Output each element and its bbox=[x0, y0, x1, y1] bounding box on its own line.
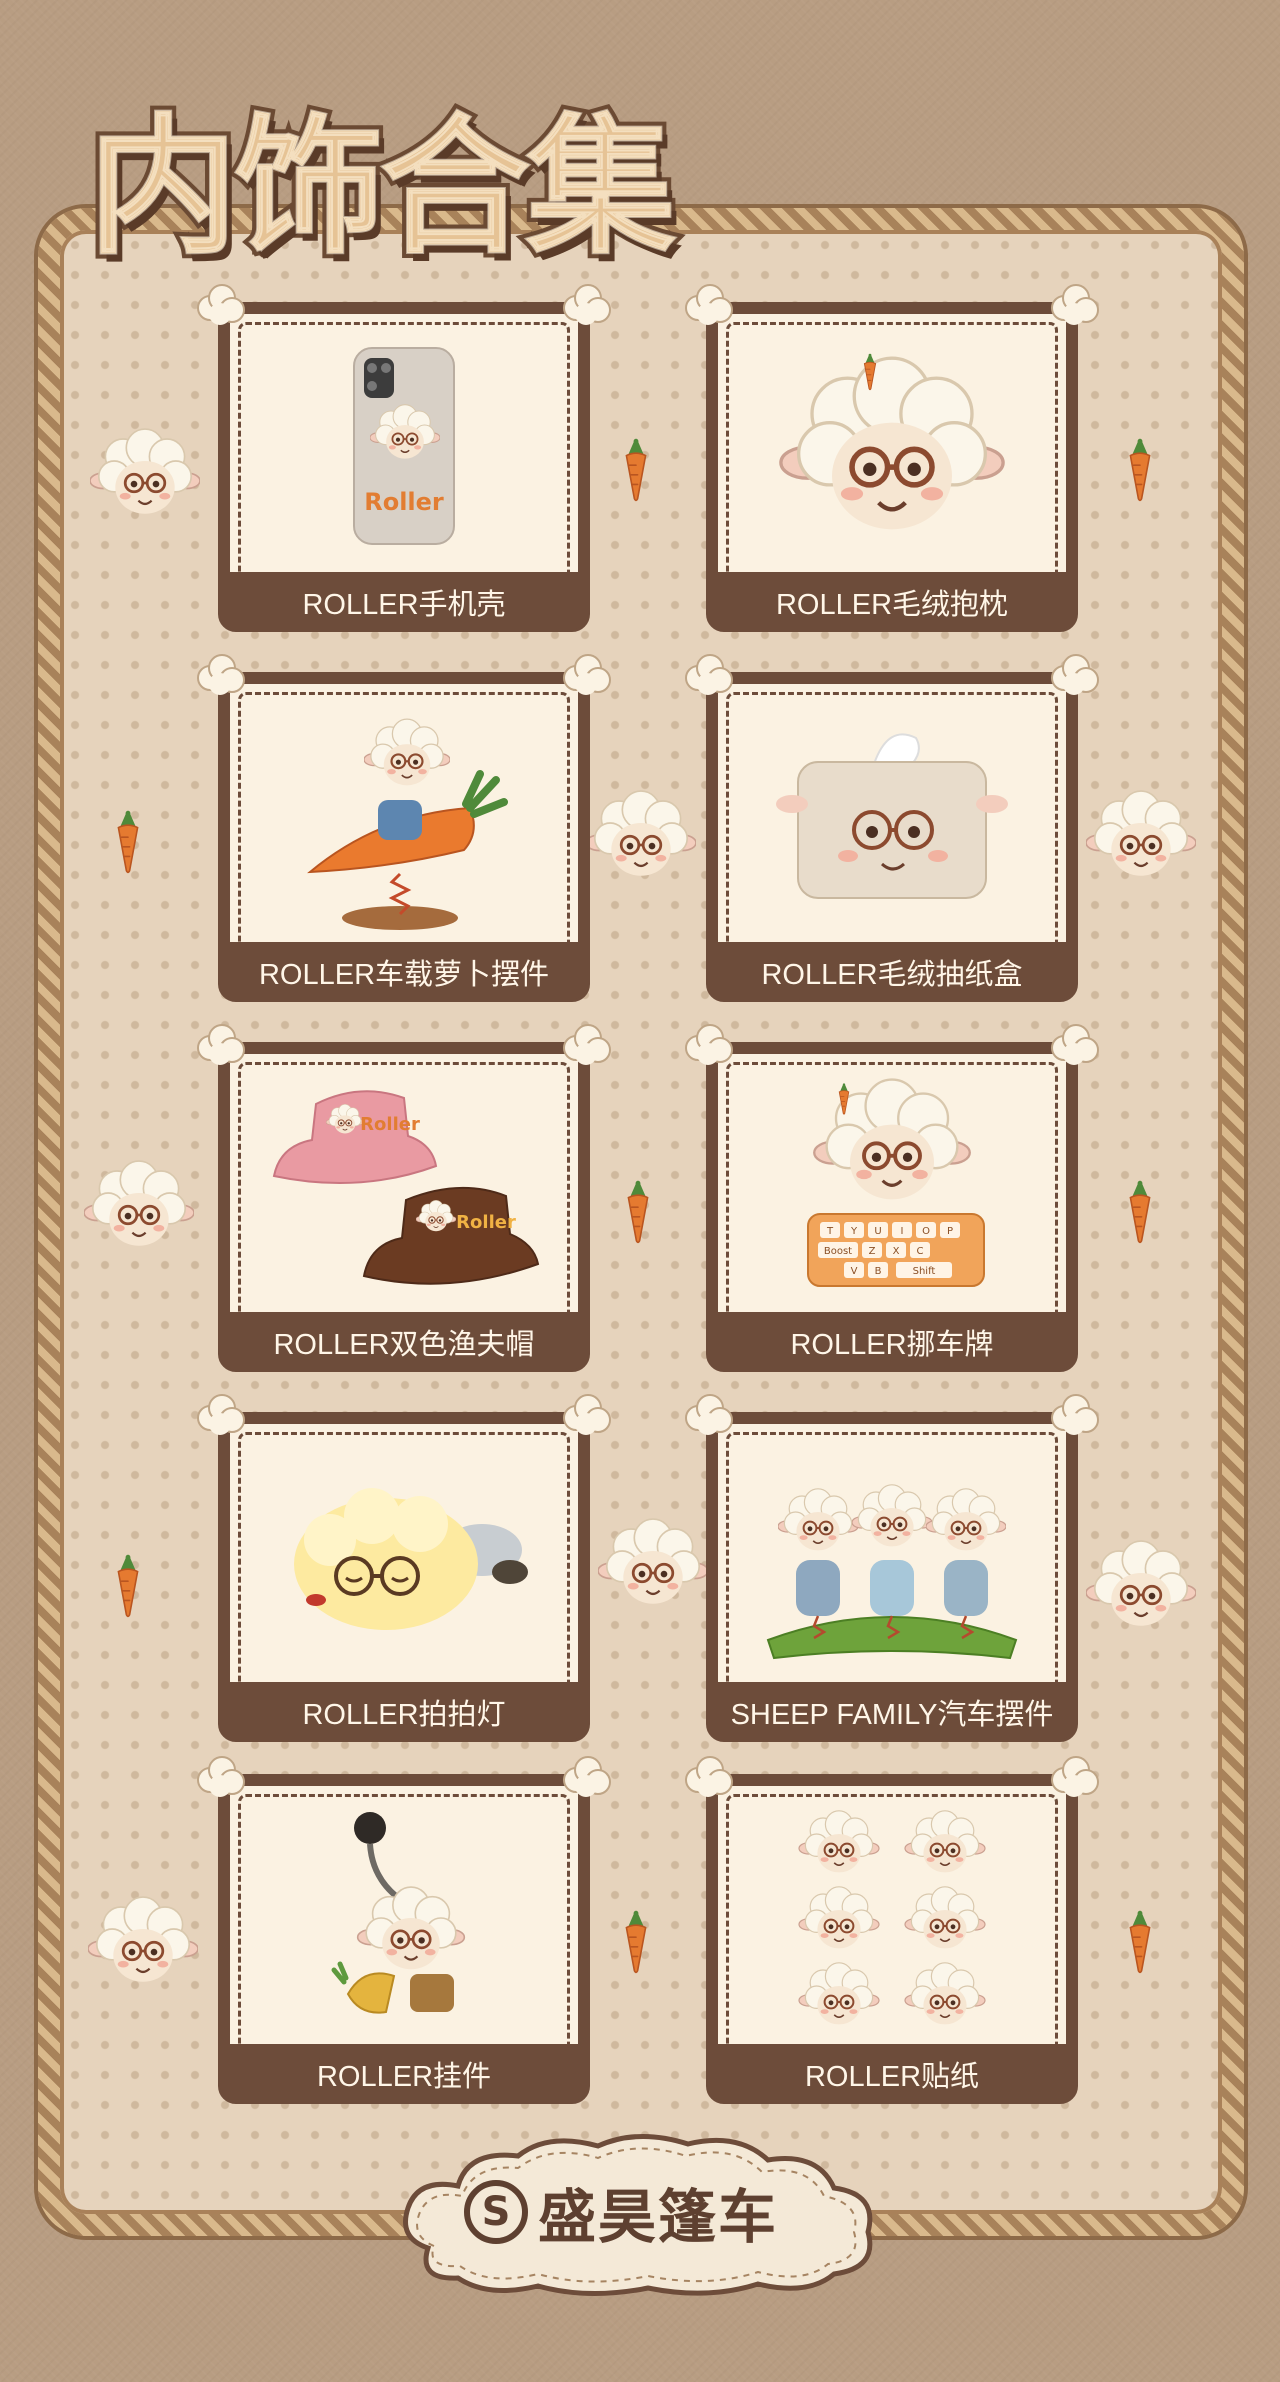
plush-pillow-icon bbox=[748, 353, 1036, 566]
product-label-bar: ROLLER挪车牌 bbox=[706, 1312, 1078, 1372]
key-label: C bbox=[917, 1246, 924, 1257]
key-label: Z bbox=[869, 1246, 876, 1257]
product-card-bucket-hat[interactable]: Roller Roller ROLLER双色渔夫帽 bbox=[218, 1042, 590, 1372]
product-label: ROLLER毛绒抽纸盒 bbox=[761, 959, 1023, 991]
sheep-face-icon bbox=[88, 1896, 198, 1995]
key-label: O bbox=[922, 1226, 930, 1237]
sheep-face-icon bbox=[1086, 790, 1196, 889]
product-label: ROLLER贴纸 bbox=[804, 2061, 980, 2093]
product-label: ROLLER双色渔夫帽 bbox=[273, 1329, 535, 1361]
key-label: V bbox=[851, 1266, 858, 1277]
title-stitching: 内饰合集 bbox=[87, 100, 677, 276]
cloud-corner-icon bbox=[1050, 1394, 1100, 1438]
key-label: X bbox=[893, 1246, 900, 1257]
product-label-bar: SHEEP FAMILY汽车摆件 bbox=[706, 1682, 1078, 1742]
cloud-corner-icon bbox=[684, 284, 734, 328]
carrot-icon bbox=[104, 800, 152, 884]
sheep-face-icon bbox=[90, 428, 200, 527]
product-label: ROLLER挂件 bbox=[316, 2061, 492, 2093]
carrot-icon bbox=[1116, 428, 1164, 512]
product-label: ROLLER拍拍灯 bbox=[302, 1699, 506, 1731]
key-label: Y bbox=[850, 1226, 858, 1237]
sheep-family-ornament-icon bbox=[766, 1484, 1018, 1660]
product-label: ROLLER车载萝卜摆件 bbox=[258, 959, 550, 991]
sheep-face-icon bbox=[598, 1518, 708, 1617]
carrot-icon bbox=[612, 1900, 660, 1984]
product-card-stickers[interactable]: ROLLER贴纸 bbox=[706, 1774, 1078, 2104]
cloud-corner-icon bbox=[684, 1394, 734, 1438]
cloud-corner-icon bbox=[196, 284, 246, 328]
tissue-box-icon bbox=[776, 733, 1008, 899]
key-label: Shift bbox=[913, 1266, 936, 1277]
product-card-carrot-ornament[interactable]: ROLLER车载萝卜摆件 bbox=[218, 672, 590, 1002]
parking-sign-icon: T Y U I O P Boost Z X C V B Shift bbox=[807, 1074, 985, 1287]
product-card-phone-case[interactable]: Roller ROLLER手机壳 bbox=[218, 302, 590, 632]
key-label: P bbox=[947, 1226, 953, 1237]
product-label-bar: ROLLER挂件 bbox=[218, 2044, 590, 2104]
cloud-corner-icon bbox=[562, 654, 612, 698]
cloud-corner-icon bbox=[562, 1756, 612, 1800]
brand-logo: S 盛昊篷车 bbox=[464, 2168, 824, 2256]
cloud-corner-icon bbox=[1050, 284, 1100, 328]
cloud-corner-icon bbox=[684, 1756, 734, 1800]
cloud-corner-icon bbox=[196, 1394, 246, 1438]
product-label: ROLLER挪车牌 bbox=[790, 1329, 994, 1361]
brand-name: 盛昊篷车 bbox=[538, 2183, 779, 2251]
product-label: ROLLER手机壳 bbox=[302, 589, 506, 621]
product-card-parking-sign[interactable]: T Y U I O P Boost Z X C V B Shift ROLLER… bbox=[706, 1042, 1078, 1372]
key-label: I bbox=[901, 1226, 904, 1237]
product-card-pat-lamp[interactable]: ROLLER拍拍灯 bbox=[218, 1412, 590, 1742]
product-label: ROLLER毛绒抱枕 bbox=[775, 589, 1009, 621]
product-label-bar: ROLLER双色渔夫帽 bbox=[218, 1312, 590, 1372]
cloud-corner-icon bbox=[196, 1756, 246, 1800]
keychain-pendant-icon bbox=[331, 1812, 466, 2014]
sheep-face-icon bbox=[586, 790, 696, 889]
key-label: T bbox=[826, 1226, 834, 1237]
cloud-corner-icon bbox=[1050, 1756, 1100, 1800]
product-card-plush-pillow[interactable]: ROLLER毛绒抱枕 bbox=[706, 302, 1078, 632]
carrot-icon bbox=[104, 1544, 152, 1628]
cloud-corner-icon bbox=[684, 1024, 734, 1068]
sheep-face-icon bbox=[84, 1160, 194, 1259]
cloud-corner-icon bbox=[1050, 654, 1100, 698]
carrot-icon bbox=[1116, 1170, 1164, 1254]
product-label: SHEEP FAMILY汽车摆件 bbox=[730, 1699, 1054, 1731]
cloud-corner-icon bbox=[196, 654, 246, 698]
key-label: B bbox=[875, 1266, 882, 1277]
cloud-corner-icon bbox=[1050, 1024, 1100, 1068]
product-card-tissue-box[interactable]: ROLLER毛绒抽纸盒 bbox=[706, 672, 1078, 1002]
product-label-bar: ROLLER手机壳 bbox=[218, 572, 590, 632]
cloud-corner-icon bbox=[196, 1024, 246, 1068]
phone-case-icon: Roller bbox=[353, 347, 455, 545]
product-label-bar: ROLLER拍拍灯 bbox=[218, 1682, 590, 1742]
brown-hat-print-text: Roller bbox=[456, 1212, 516, 1233]
product-card-pendant[interactable]: ROLLER挂件 bbox=[218, 1774, 590, 2104]
product-label-bar: ROLLER毛绒抽纸盒 bbox=[706, 942, 1078, 1002]
product-label-bar: ROLLER车载萝卜摆件 bbox=[218, 942, 590, 1002]
cloud-corner-icon bbox=[562, 1024, 612, 1068]
carrot-icon bbox=[612, 428, 660, 512]
product-label-bar: ROLLER毛绒抱枕 bbox=[706, 572, 1078, 632]
cloud-corner-icon bbox=[684, 654, 734, 698]
pink-hat-print-text: Roller bbox=[360, 1114, 420, 1135]
product-label-bar: ROLLER贴纸 bbox=[706, 2044, 1078, 2104]
carrot-ornament-icon bbox=[307, 718, 508, 930]
key-label: Boost bbox=[824, 1246, 852, 1257]
brand-s-icon: S bbox=[464, 2180, 528, 2244]
bucket-hat-icon: Roller Roller bbox=[272, 1090, 540, 1285]
product-card-sheep-family[interactable]: SHEEP FAMILY汽车摆件 bbox=[706, 1412, 1078, 1742]
cloud-corner-icon bbox=[562, 1394, 612, 1438]
sheep-face-icon bbox=[1086, 1540, 1196, 1639]
pat-lamp-icon bbox=[294, 1488, 528, 1630]
key-label: U bbox=[874, 1226, 881, 1237]
phone-case-print-text: Roller bbox=[364, 488, 444, 516]
cloud-corner-icon bbox=[562, 284, 612, 328]
title-banner: 内饰合集 内饰合集 bbox=[83, 96, 728, 280]
sticker-sheet-icon bbox=[798, 1810, 986, 2026]
carrot-icon bbox=[614, 1170, 662, 1254]
carrot-icon bbox=[1116, 1900, 1164, 1984]
